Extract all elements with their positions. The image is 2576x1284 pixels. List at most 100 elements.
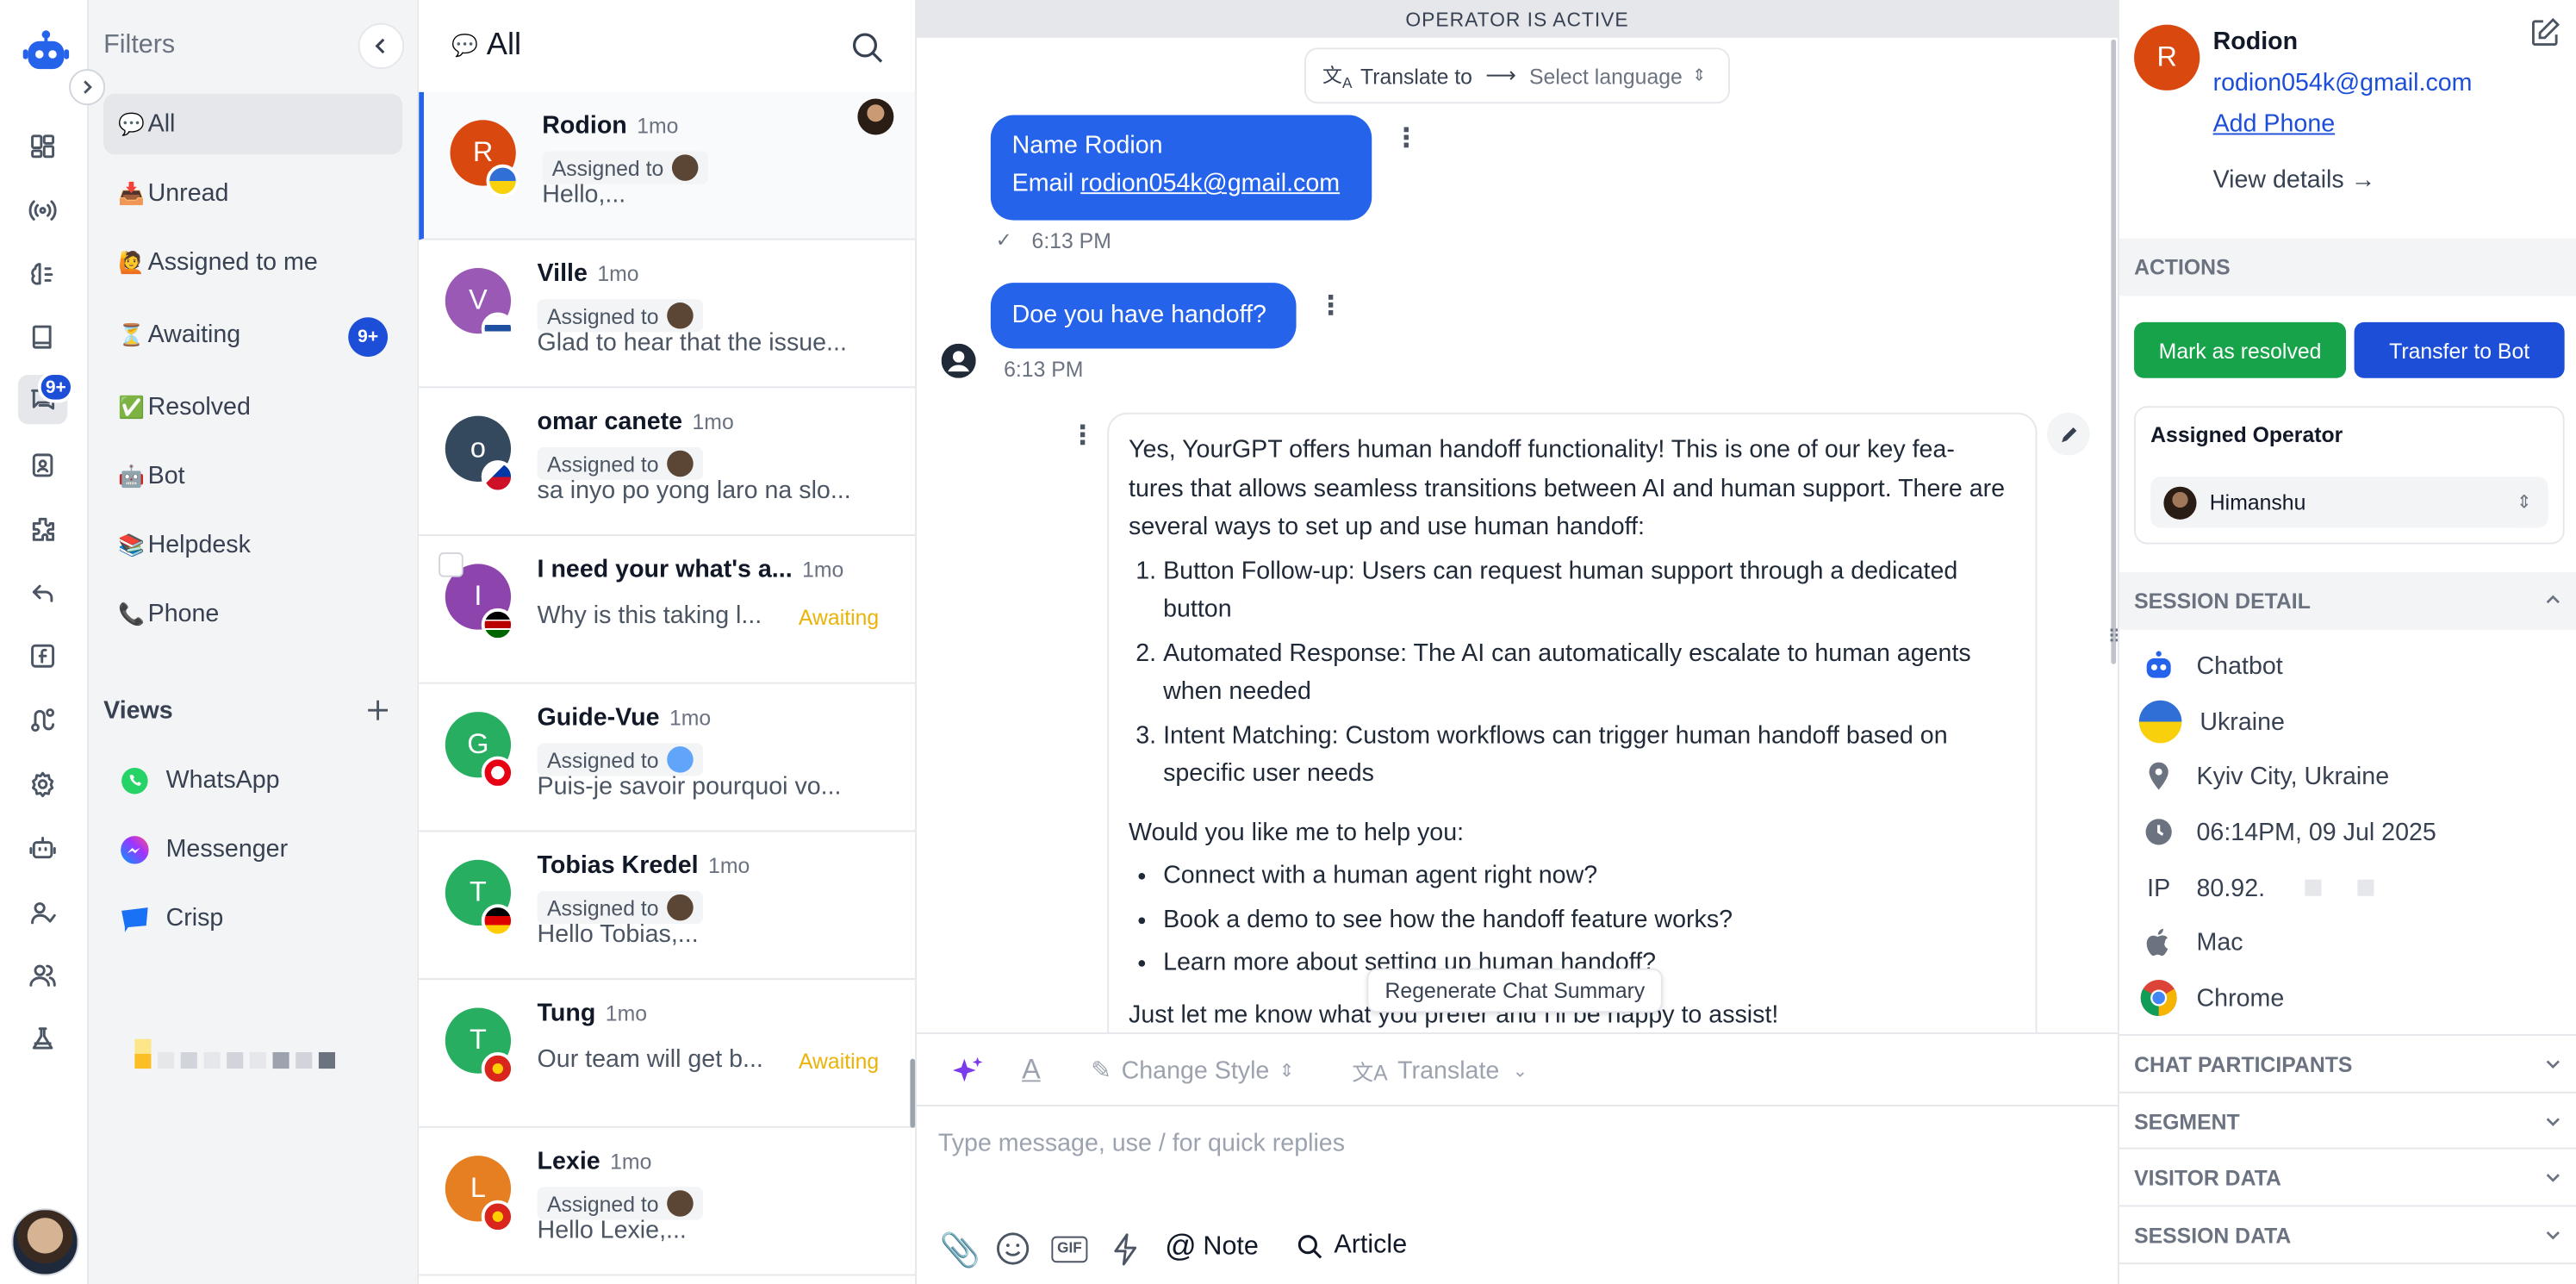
person-emoji-icon: 🙋 <box>118 249 146 274</box>
lab-flask-icon[interactable] <box>18 1014 67 1063</box>
rail-unread-badge: 9+ <box>37 371 74 403</box>
chrome-icon <box>2140 980 2177 1017</box>
conversation-name: Tobias Kredel 1mo <box>537 851 750 880</box>
integrations-icon[interactable] <box>18 505 67 554</box>
assigned-tag: Assigned to <box>537 299 704 333</box>
operator-avatar <box>667 302 694 329</box>
chevron-up-icon <box>2546 595 2560 604</box>
message-time: 6:13 PM <box>1031 228 1111 253</box>
read-check-icon: ✓ <box>995 228 1012 252</box>
change-style-button[interactable]: ✎ Change Style ⇕ <box>1091 1056 1294 1085</box>
emoji-icon[interactable] <box>996 1231 1030 1266</box>
filter-helpdesk[interactable]: 📚 Helpdesk <box>103 514 402 576</box>
conversation-item[interactable]: V Ville 1mo Assigned to Glad to hear that … <box>419 240 916 389</box>
list-scrollbar[interactable] <box>910 1058 916 1128</box>
conversation-name: Ville 1mo <box>537 259 639 288</box>
workflow-icon[interactable] <box>18 695 67 745</box>
select-checkbox[interactable] <box>439 552 464 577</box>
contacts-icon[interactable] <box>18 440 67 489</box>
conversation-item[interactable]: R Rodion 1mo Assigned to Hello,... <box>419 91 916 240</box>
conversation-item[interactable]: o omar canete 1mo Assigned to sa inyo po y… <box>419 388 916 536</box>
country-flag-icon <box>481 1200 514 1233</box>
lightning-icon[interactable] <box>1109 1231 1142 1268</box>
chevron-updown-icon: ⇕ <box>1692 66 1707 85</box>
chat-scrollbar[interactable] <box>2111 39 2117 664</box>
assigned-tag: Assigned to <box>537 446 704 481</box>
ai-sparkle-icon[interactable] <box>949 1054 986 1090</box>
conversation-item[interactable]: T Tobias Kredel 1mo Assigned to Hello Tobi… <box>419 832 916 981</box>
operator-select[interactable]: Himanshu ⇕ <box>2150 477 2548 528</box>
email-link[interactable]: rodion054k@gmail.com <box>1080 170 1340 197</box>
transfer-to-bot-button[interactable]: Transfer to Bot <box>2354 321 2565 378</box>
operator-avatar <box>667 1190 694 1217</box>
messenger-icon <box>121 835 149 863</box>
conversation-item[interactable]: T Tung 1mo Our team will get b... Awaiting <box>419 980 916 1128</box>
message-menu-icon[interactable]: ⋮ <box>1069 419 1096 452</box>
message-menu-icon[interactable]: ⋮ <box>1317 290 1344 322</box>
translate-bar[interactable]: 文A Translate to ⟶ Select language ⇕ <box>1304 47 1730 104</box>
user-avatar[interactable] <box>11 1208 79 1276</box>
broadcast-icon[interactable] <box>18 186 67 235</box>
add-view-icon[interactable] <box>364 697 391 724</box>
segment-section[interactable]: SEGMENT <box>2119 1091 2576 1150</box>
user-check-icon[interactable] <box>18 888 67 937</box>
select-language[interactable]: Select language <box>1529 63 1683 88</box>
mark-resolved-button[interactable]: Mark as resolved <box>2134 321 2347 378</box>
article-button[interactable]: Article <box>1297 1231 1407 1261</box>
book-icon[interactable] <box>18 312 67 361</box>
view-crisp[interactable]: Crisp <box>103 888 402 949</box>
contact-email-link[interactable]: rodion054k@gmail.com <box>2213 69 2473 97</box>
apple-icon <box>2146 928 2168 957</box>
chevron-left-icon <box>375 38 385 54</box>
team-icon[interactable] <box>18 951 67 1000</box>
attachment-icon[interactable]: 📎 <box>940 1230 980 1271</box>
country-flag-icon <box>481 904 514 938</box>
view-details-link[interactable]: View details → <box>2213 166 2376 194</box>
pencil-icon <box>2061 427 2076 442</box>
view-whatsapp[interactable]: WhatsApp <box>103 750 402 811</box>
ukraine-flag-icon <box>2138 700 2182 744</box>
assigned-tag: Assigned to <box>537 743 704 776</box>
filter-bot[interactable]: 🤖 Bot <box>103 446 402 507</box>
filter-resolved[interactable]: ✅ Resolved <box>103 377 402 438</box>
dashboard-icon[interactable] <box>18 122 67 171</box>
robot-emoji-icon: 🤖 <box>118 463 146 488</box>
reply-icon[interactable] <box>18 569 67 618</box>
bot-icon[interactable] <box>18 824 67 873</box>
gif-icon[interactable]: GIF <box>1051 1236 1088 1263</box>
brain-icon[interactable] <box>18 250 67 299</box>
session-detail-header[interactable]: SESSION DETAIL <box>2119 571 2576 630</box>
message-menu-icon[interactable]: ⋮ <box>1393 122 1420 154</box>
session-ip: IP 80.92. <box>2139 868 2374 907</box>
phone-emoji-icon: 📞 <box>118 601 146 626</box>
filter-assigned-to-me[interactable]: 🙋 Assigned to me <box>103 232 402 293</box>
function-icon[interactable] <box>18 632 67 681</box>
logo-icon[interactable] <box>22 28 71 77</box>
conversation-item[interactable]: L Lexie 1mo Assigned to Hello Lexie,... <box>419 1128 916 1276</box>
regenerate-summary-tooltip[interactable]: Regenerate Chat Summary <box>1366 968 1664 1013</box>
visitor-data-section[interactable]: VISITOR DATA <box>2119 1147 2576 1206</box>
search-icon[interactable] <box>849 29 886 65</box>
text-format-icon[interactable]: A <box>1022 1054 1041 1087</box>
filter-unread[interactable]: 📥 Unread <box>103 163 402 224</box>
conversation-item[interactable]: I I need your what's a... 1mo Why is this … <box>419 536 916 684</box>
country-flag-icon <box>481 460 514 494</box>
message-input[interactable]: Type message, use / for quick replies <box>938 1130 2088 1157</box>
session-data-section[interactable]: SESSION DATA <box>2119 1205 2576 1262</box>
view-messenger[interactable]: Messenger <box>103 819 402 880</box>
note-button[interactable]: @ Note <box>1165 1230 1259 1266</box>
chat-participants-section[interactable]: CHAT PARTICIPANTS <box>2119 1034 2576 1092</box>
conversation-time: 1mo <box>610 1149 652 1175</box>
composer: A ✎ Change Style ⇕ 文A Translate ⌄ Type m… <box>917 1032 2118 1284</box>
collapse-filters-button[interactable] <box>358 22 405 70</box>
translate-button[interactable]: 文A Translate ⌄ <box>1352 1056 1528 1087</box>
expand-sidebar-button[interactable] <box>69 69 106 106</box>
filter-phone[interactable]: 📞 Phone <box>103 583 402 645</box>
settings-icon[interactable] <box>18 759 67 808</box>
workspace-blurred-label <box>134 1038 381 1069</box>
edit-contact-icon[interactable] <box>2529 16 2561 49</box>
filter-all[interactable]: 💬 All <box>103 93 403 155</box>
conversation-item[interactable]: G Guide-Vue 1mo Assigned to Puis-je savoir… <box>419 684 916 832</box>
add-phone-link[interactable]: Add Phone <box>2213 110 2336 138</box>
edit-message-button[interactable] <box>2046 412 2090 456</box>
